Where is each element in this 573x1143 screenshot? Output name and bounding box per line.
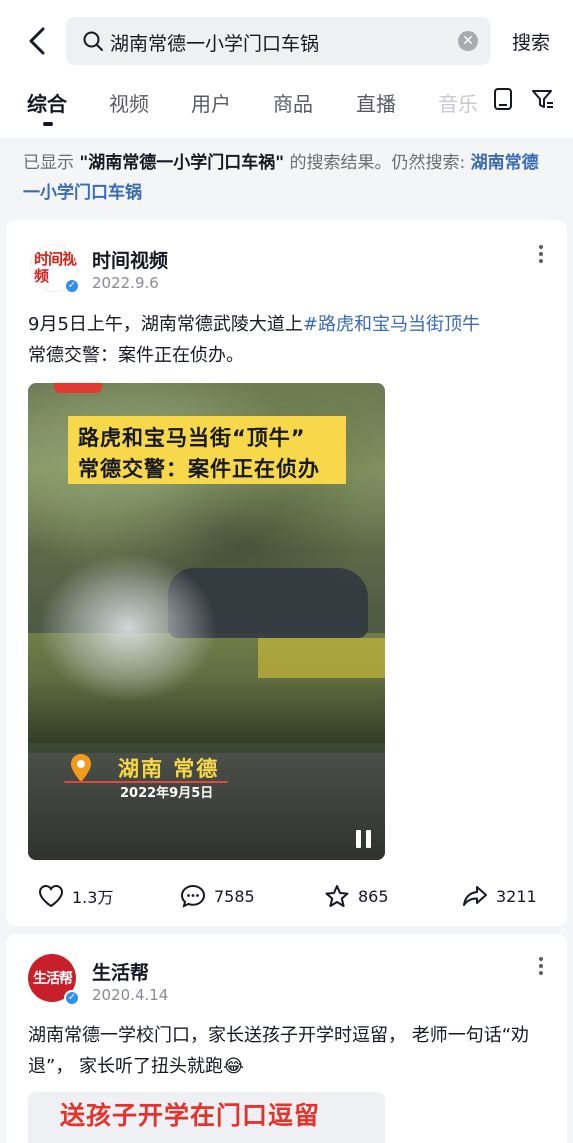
hashtag-link[interactable]: #路虎和宝马当街顶牛 [303,314,480,335]
tab-all[interactable]: 综合 [27,88,67,117]
spelling-correction-notice: 已显示 "湖南常德一小学门口车祸" 的搜索结果。仍然搜索: 湖南常德一小学门口车… [0,138,573,220]
post-text: 湖南常德一学校门口，家长送孩子开学时逗留， 老师一句话“劝退”， 家长听了扭头就… [28,1025,530,1077]
search-input[interactable]: 湖南常德一小学门口车锅 ✕ [66,17,490,65]
verified-badge-icon: ✓ [64,990,80,1006]
result-card[interactable]: 时间视频 ✓ 时间视频 2022.9.6 9月5日上午，湖南常德武陵大道上#路虎… [6,220,567,926]
notice-middle: 的搜索结果。仍然搜索: [284,153,471,173]
tab-products[interactable]: 商品 [273,88,313,117]
caption-line-1: 路虎和宝马当街“顶牛” [78,426,306,450]
filter-icon[interactable] [530,86,556,112]
video-caption: 路虎和宝马当街“顶牛” 常德交警：案件正在侦办 [68,416,346,484]
more-dots-icon[interactable] [537,957,545,979]
top-bar: 湖南常德一小学门口车锅 ✕ 搜索 [0,0,573,82]
result-tabs: 综合 视频 用户 商品 直播 音乐 [0,82,573,138]
corrected-query: "湖南常德一小学门口车祸" [79,153,285,173]
star-icon [325,885,349,907]
search-button[interactable]: 搜索 [512,28,550,55]
comment-button[interactable]: 7585 [180,880,255,912]
post-date: 2022.9.6 [92,274,159,292]
search-query: 湖南常德一小学门口车锅 [110,33,320,55]
tab-video[interactable]: 视频 [109,88,149,117]
tab-live[interactable]: 直播 [356,88,396,117]
search-icon [83,31,103,51]
clear-icon[interactable]: ✕ [458,31,478,51]
thumbnail-title: 送孩子开学在门口逗留 [60,1101,321,1130]
post-text-part: 常德交警：案件正在侦办。 [28,345,244,366]
share-button[interactable]: 3211 [462,880,537,912]
video-thumbnail[interactable]: 送孩子开学在门口逗留 [28,1092,385,1143]
share-icon [463,886,487,906]
video-location: 湖南 常德 [118,757,220,781]
post-text: 9月5日上午，湖南常德武陵大道上#路虎和宝马当街顶牛 常德交警：案件正在侦办。 [28,309,548,371]
action-bar: 1.3万 7585 865 3211 [6,880,567,912]
video-mist [38,553,218,703]
comment-icon [180,884,206,908]
result-card[interactable]: 生活帮 ✓ 生活帮 2020.4.14 湖南常德一学校门口，家长送孩子开学时逗留… [6,934,567,1143]
like-button[interactable]: 1.3万 [38,880,113,912]
post-date: 2020.4.14 [92,986,169,1004]
notice-prefix: 已显示 [23,153,80,173]
favorite-count: 865 [358,886,389,906]
verified-badge-icon: ✓ [64,278,80,294]
author-name[interactable]: 时间视频 [92,246,168,273]
video-player[interactable]: 路虎和宝马当街“顶牛” 常德交警：案件正在侦办 湖南 常德 2022年9月5日 [28,383,385,860]
video-date: 2022年9月5日 [120,786,214,801]
tablet-icon[interactable] [490,86,516,112]
tab-music[interactable]: 音乐 [438,88,478,117]
heart-icon [38,884,64,908]
avatar-text: 生活帮 [33,971,73,987]
video-red-tag [54,383,102,393]
share-count: 3211 [496,886,537,906]
author-name[interactable]: 生活帮 [92,958,149,985]
post-text-part: 9月5日上午，湖南常德武陵大道上 [28,314,303,335]
pause-icon[interactable] [356,830,372,848]
comment-count: 7585 [214,886,255,906]
caption-line-2: 常德交警：案件正在侦办 [78,457,320,481]
favorite-button[interactable]: 865 [324,880,389,912]
location-pin-icon [71,754,91,782]
back-arrow-icon[interactable] [22,24,52,58]
tab-users[interactable]: 用户 [191,88,231,117]
video-yellow-patch [258,638,385,678]
tab-indicator [43,122,53,126]
like-count: 1.3万 [72,888,114,907]
more-dots-icon[interactable] [537,245,545,267]
